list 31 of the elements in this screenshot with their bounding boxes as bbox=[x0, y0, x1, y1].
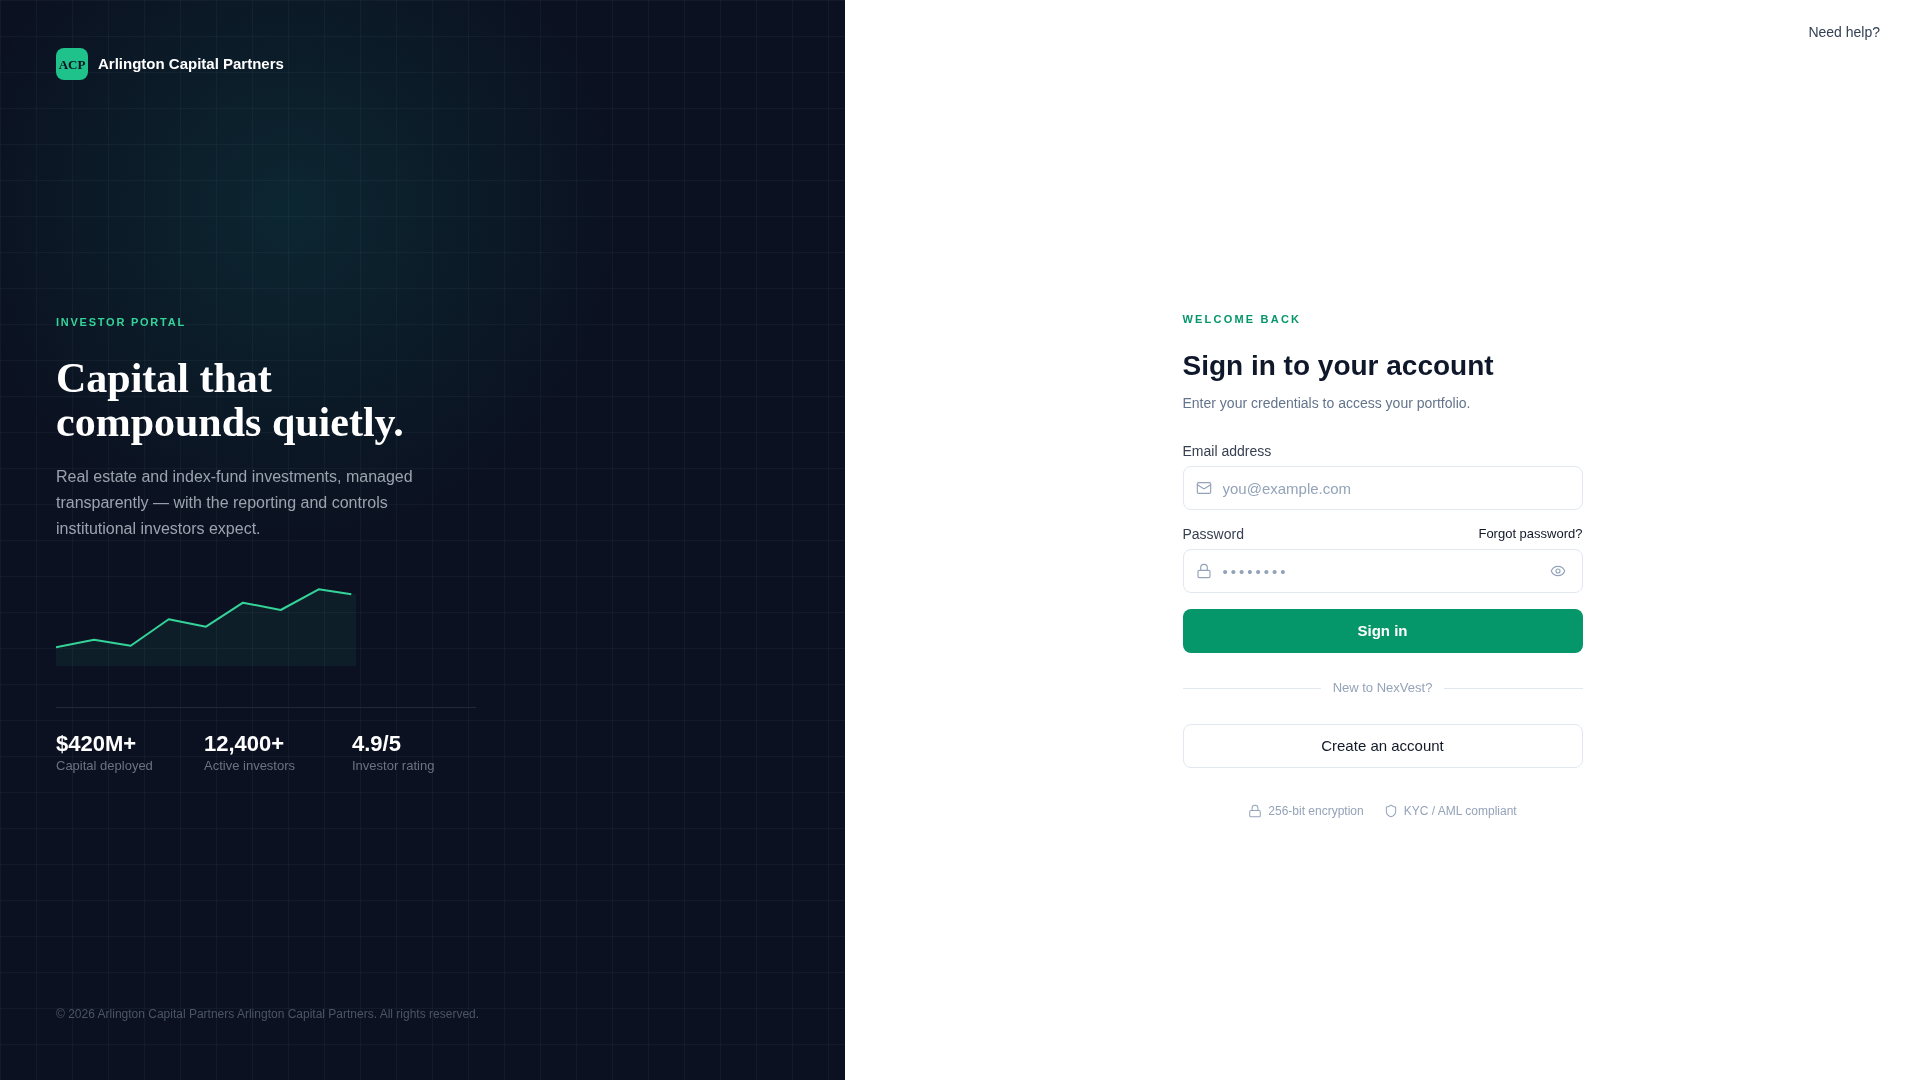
sign-in-button[interactable]: Sign in bbox=[1182, 609, 1583, 653]
hero-headline: Capital that compounds quietly. bbox=[56, 356, 405, 444]
password-field[interactable]: •••••••• bbox=[1182, 549, 1583, 593]
field-label: Password bbox=[1182, 525, 1244, 544]
logo-mark: ACP bbox=[56, 48, 88, 80]
form-subtitle: Enter your credentials to access your portfolio. bbox=[1182, 394, 1471, 413]
mail-icon bbox=[1195, 480, 1212, 496]
stat-value: 12,400+ bbox=[204, 730, 285, 758]
create-account-button[interactable]: Create an account bbox=[1182, 724, 1583, 768]
field-label: Email address bbox=[1182, 442, 1272, 461]
copyright-text: © 2026 Arlington Capital Partners Arlington Capital Partners. All rights reserved. bbox=[56, 1006, 480, 1022]
eyebrow-label: WELCOME BACK bbox=[1182, 312, 1302, 327]
show-password-icon[interactable] bbox=[1549, 563, 1566, 579]
stat-label: Capital deployed bbox=[56, 758, 153, 774]
company-name: Arlington Capital Partners bbox=[98, 54, 284, 74]
lock-icon bbox=[1195, 563, 1212, 579]
email-field[interactable]: you@example.com bbox=[1182, 466, 1583, 510]
form-title: Sign in to your account bbox=[1182, 349, 1494, 383]
hero-description: Real estate and index-fund investments, managed transparently — with the reporting and controls institutional investors expect. bbox=[56, 467, 414, 539]
trust-badge-text: 256-bit encryption bbox=[1268, 803, 1364, 819]
help-link[interactable]: Need help? bbox=[1808, 22, 1880, 42]
eyebrow-label: INVESTOR PORTAL bbox=[56, 315, 186, 330]
divider-label: New to NexVest? bbox=[1332, 680, 1433, 696]
lock-icon bbox=[1248, 804, 1263, 818]
stat-value: $420M+ bbox=[56, 730, 137, 758]
trust-badge-text: KYC / AML compliant bbox=[1403, 803, 1517, 819]
stat-label: Active investors bbox=[204, 758, 296, 774]
stat-value: 4.9/5 bbox=[352, 730, 401, 758]
stat-label: Investor rating bbox=[352, 758, 435, 774]
forgot-password-link[interactable]: Forgot password? bbox=[1478, 524, 1583, 544]
shield-icon bbox=[1383, 804, 1398, 818]
